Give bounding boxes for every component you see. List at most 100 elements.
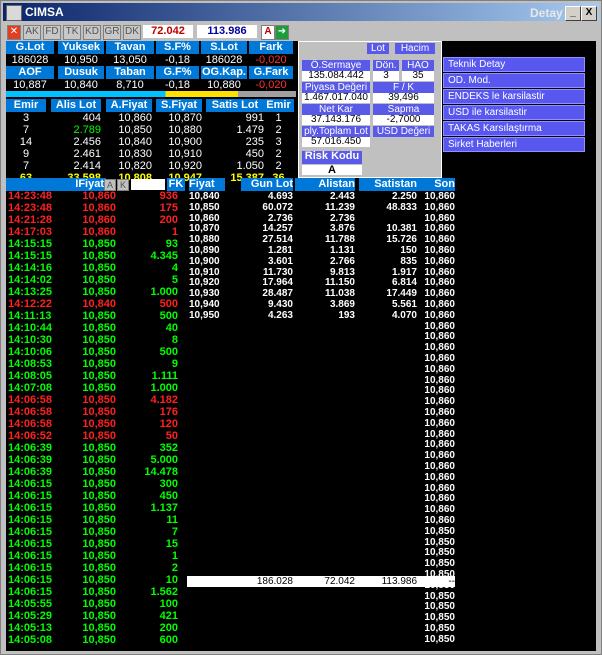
pricebreak-total: -- [448, 576, 455, 587]
trade-price: 10,850 [82, 262, 116, 274]
trade-time: 14:06:39 [8, 466, 53, 478]
trade-lot: 11 [166, 514, 178, 526]
go-arrow-icon[interactable]: ➜ [275, 25, 289, 40]
lot-toggle[interactable]: Lot [367, 43, 389, 54]
trade-time: 14:11:13 [8, 310, 52, 322]
trade-lot: 500 [159, 310, 178, 322]
trade-time: 14:10:30 [8, 334, 53, 346]
filter-input[interactable] [131, 179, 165, 190]
pricebreak-total: 186.028 [256, 576, 293, 587]
trade-time: 14:07:08 [8, 382, 53, 394]
trade-time: 14:12:22 [8, 298, 53, 310]
summary-value: -0,18 [164, 54, 191, 66]
summary-value: 186028 [11, 54, 49, 66]
trade-row: 14:06:15 10,850 10 [8, 574, 178, 586]
depth-cell: 404 [82, 112, 101, 124]
trade-price: 10,850 [82, 238, 116, 250]
value-piyasa-degeri: 1.467.017.040 [302, 93, 370, 103]
trade-price: 10,850 [82, 610, 116, 622]
pricebreak-header: Son [417, 178, 455, 191]
price-range-bar [6, 91, 296, 97]
menu-item[interactable]: USD ile karsilastir [443, 105, 585, 120]
trade-row: 14:17:03 10,860 1 [8, 226, 178, 238]
depth-cell: 10,850 [118, 124, 152, 136]
pricebreak-cell: 4.070 [391, 309, 417, 321]
depth-header: Alis Lot [51, 99, 101, 112]
close-small-icon[interactable]: ✕ [7, 25, 21, 40]
trade-lot: 500 [159, 346, 178, 358]
pricebreak-cell: 48.833 [386, 201, 417, 213]
menu-item[interactable]: Sirket Haberleri [443, 137, 585, 152]
menu-item[interactable]: OD. Mod. [443, 73, 585, 88]
title-bar[interactable]: CIMSA Detay _ X [3, 3, 599, 21]
trade-lot: 8 [171, 334, 178, 346]
label-risk-kodu: Risk Kodu [302, 151, 362, 164]
summary-value: -0,18 [164, 79, 191, 91]
depth-cell: 3 [275, 136, 282, 148]
trade-row: 14:06:39 10,850 352 [8, 442, 178, 454]
trade-price: 10,850 [82, 358, 116, 370]
trade-time: 14:06:52 [8, 430, 53, 442]
trade-time: 14:06:15 [8, 550, 53, 562]
depth-cell: 2 [275, 124, 282, 136]
trade-price: 10,850 [82, 574, 116, 586]
toolbar: ✕ AK FD TK KD GR DK 72.042 113.986 A ➜ [3, 23, 599, 41]
trade-lot: 1.562 [150, 586, 178, 598]
trade-row: 14:15:15 10,850 4.345 [8, 250, 178, 262]
trade-price: 10,840 [82, 298, 116, 310]
trade-lot: 5.000 [150, 454, 178, 466]
trade-lot: 5 [171, 274, 178, 286]
close-button[interactable]: X [581, 6, 597, 21]
summary-value: 10,840 [64, 79, 98, 91]
value-field-2: 113.986 [197, 25, 257, 38]
tab-dk[interactable]: DK [123, 25, 141, 40]
depth-cell: 2.456 [73, 136, 101, 148]
depth-cell: 1.050 [236, 160, 264, 172]
tab-gr[interactable]: GR [103, 25, 121, 40]
summary-value: 10,887 [13, 79, 47, 91]
trade-price: 10,850 [82, 286, 116, 298]
trade-time: 14:06:58 [8, 406, 53, 418]
trade-price: 10,860 [82, 202, 116, 214]
a-button[interactable]: A [261, 25, 275, 40]
depth-header: A.Fiyat [106, 99, 152, 112]
stock-detail-window: CIMSA Detay _ X ✕ AK FD TK KD GR DK 72.0… [0, 0, 602, 655]
son-cell: 10,850 [424, 633, 455, 645]
trade-time: 14:05:29 [8, 610, 53, 622]
trade-row: 14:10:30 10,850 8 [8, 334, 178, 346]
menu-item[interactable]: Teknik Detay [443, 57, 585, 72]
trade-price: 10,850 [82, 562, 116, 574]
trade-time: 14:06:15 [8, 490, 53, 502]
depth-cell: 10,820 [118, 160, 152, 172]
summary-value: 10,950 [64, 54, 98, 66]
trade-price: 10,850 [82, 382, 116, 394]
summary-header: Dusuk [58, 66, 104, 79]
tab-kd[interactable]: KD [83, 25, 101, 40]
app-icon [6, 5, 22, 21]
window-title: CIMSA [25, 5, 64, 19]
depth-cell: 10,830 [118, 148, 152, 160]
minimize-button[interactable]: _ [565, 6, 581, 21]
trade-row: 14:06:15 10,850 1.137 [8, 502, 178, 514]
summary-value: 13,050 [113, 54, 147, 66]
depth-cell: 2.414 [73, 160, 101, 172]
trade-price: 10,850 [82, 490, 116, 502]
pricebreak-total: 113.986 [381, 576, 417, 587]
menu-item[interactable]: ENDEKS le karsilastir [443, 89, 585, 104]
trade-row: 14:06:15 10,850 2 [8, 562, 178, 574]
trade-row: 14:23:48 10,860 936 [8, 190, 178, 202]
tab-ak[interactable]: AK [23, 25, 41, 40]
depth-cell: 9 [22, 148, 30, 160]
trade-time: 14:21:28 [8, 214, 53, 226]
depth-cell: 10,910 [168, 148, 202, 160]
tab-fd[interactable]: FD [43, 25, 61, 40]
value-toplam-lot: 57.016.450 [302, 137, 370, 147]
trade-price: 10,850 [82, 454, 116, 466]
tab-tk[interactable]: TK [63, 25, 81, 40]
trade-row: 14:06:58 10,850 4.182 [8, 394, 178, 406]
menu-item[interactable]: TAKAS Karsılaştırma [443, 121, 585, 136]
trade-row: 14:10:06 10,850 500 [8, 346, 178, 358]
info-panel: Lot Hacim Ö.Sermaye 135.084.442 Dön. 3 H… [298, 41, 442, 178]
trade-lot: 1.000 [150, 286, 178, 298]
hacim-toggle[interactable]: Hacim [395, 43, 435, 54]
